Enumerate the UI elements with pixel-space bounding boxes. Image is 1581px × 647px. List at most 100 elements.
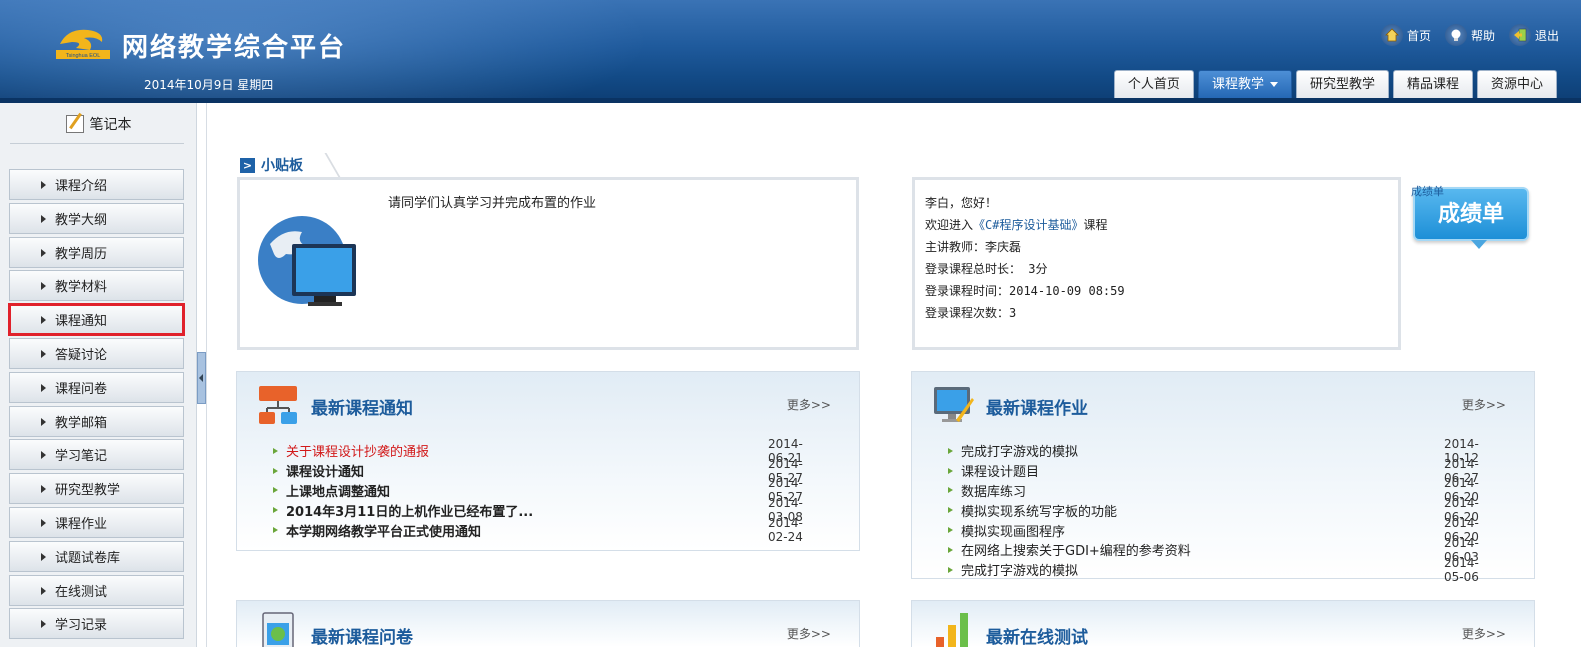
homework-title: 模拟实现系统写字板的功能 [961, 504, 1118, 520]
bullet-arrow-icon [948, 447, 953, 454]
sidebar-item-surveys[interactable]: 课程问卷 [9, 371, 184, 403]
list-item[interactable]: 完成打字游戏的模拟 2014-05-06 [948, 556, 1479, 584]
homework-title: 在网络上搜索关于GDI+编程的参考资料 [961, 544, 1191, 560]
main-tabs: 个人首页 课程教学 研究型教学 精品课程 资源中心 [1113, 70, 1557, 98]
sidebar-item-course-intro[interactable]: 课程介绍 [9, 169, 184, 200]
welcome-panel: 李白，您好！ 欢迎进入《C#程序设计基础》课程 主讲教师：李庆磊 登录课程总时长… [912, 177, 1401, 350]
notice-date: 2014-02-24 [768, 516, 803, 545]
list-item[interactable]: 在网络上搜索关于GDI+编程的参考资料 2014-06-03 [948, 536, 1479, 564]
caret-right-icon [41, 181, 46, 189]
surveys-panel: 最新课程问卷 更多>> [236, 600, 860, 647]
tab-label: 个人首页 [1127, 77, 1180, 92]
caret-right-icon [41, 620, 46, 629]
notices-more-link[interactable]: 更多>> [787, 396, 831, 413]
home-link[interactable]: 首页 [1380, 24, 1431, 46]
list-item[interactable]: 课程设计通知 2014-05-27 [273, 457, 803, 485]
caret-right-icon [41, 282, 46, 291]
logout-link[interactable]: 退出 [1508, 24, 1559, 46]
sidebar-item-label: 学习记录 [55, 618, 108, 634]
sidebar-item-notices[interactable]: 课程通知 [8, 303, 185, 337]
lightbulb-icon [1444, 24, 1467, 46]
homework-title: 完成打字游戏的模拟 [961, 445, 1079, 461]
sidebar-item-calendar[interactable]: 教学周历 [9, 236, 184, 268]
course-line: 欢迎进入《C#程序设计基础》课程 [925, 214, 1388, 236]
tab-label: 课程教学 [1211, 77, 1264, 92]
surveys-more-link[interactable]: 更多>> [787, 625, 831, 642]
caret-right-icon [41, 383, 46, 392]
notice-title: 上课地点调整通知 [286, 484, 391, 500]
sidebar-item-label: 在线测试 [55, 584, 108, 600]
tab-research-teaching[interactable]: 研究型教学 [1295, 70, 1389, 98]
sidebar-item-label: 学习笔记 [55, 449, 108, 465]
sidebar-item-online-test[interactable]: 在线测试 [9, 574, 184, 606]
help-link-label: 帮助 [1470, 28, 1495, 43]
list-item[interactable]: 2014年3月11日的上机作业已经布置了... 2014-03-08 [273, 496, 803, 524]
sidebar-collapse-handle[interactable] [197, 352, 206, 404]
homework-panel: 最新课程作业 更多>> 完成打字游戏的模拟 2014-10-12 课程设计题目 20… [911, 371, 1535, 584]
score-report-button[interactable]: 成绩单 成绩单 [1411, 183, 1531, 253]
list-item[interactable]: 上课地点调整通知 2014-05-27 [273, 476, 803, 504]
sidebar-item-label: 课程问卷 [55, 381, 108, 397]
tab-course-teaching[interactable]: 课程教学 [1197, 70, 1292, 98]
list-item[interactable]: 完成打字游戏的模拟 2014-10-12 [948, 437, 1479, 465]
homework-title: 最新课程作业 [986, 399, 1088, 419]
sidebar-item-mailbox[interactable]: 教学邮箱 [9, 405, 184, 437]
sidebar-item-records[interactable]: 学习记录 [9, 608, 184, 640]
list-item[interactable]: 模拟实现画图程序 2014-06-20 [948, 516, 1479, 544]
divider [206, 103, 207, 647]
course-suffix: 课程 [1083, 218, 1108, 232]
login-count: 登录课程次数：3 [925, 306, 1017, 320]
homework-list: 完成打字游戏的模拟 2014-10-12 课程设计题目 2014-06-27 数据库… [948, 437, 1479, 584]
sidebar-item-question-bank[interactable]: 试题试卷库 [9, 540, 184, 572]
tab-resource-center[interactable]: 资源中心 [1476, 70, 1557, 98]
homework-title: 课程设计题目 [961, 465, 1040, 481]
home-link-label: 首页 [1406, 28, 1431, 43]
bullet-arrow-icon [948, 467, 953, 474]
sidebar-item-notes[interactable]: 学习笔记 [9, 439, 184, 471]
bullet-arrow-icon [273, 487, 278, 494]
caret-right-icon [41, 248, 46, 257]
homework-date: 2014-05-06 [1444, 555, 1479, 584]
list-item[interactable]: 关于课程设计抄袭的通报 2014-06-21 [273, 437, 803, 465]
list-item[interactable]: 数据库练习 2014-06-20 [948, 476, 1479, 504]
notebook-label: 笔记本 [89, 117, 132, 133]
bullet-arrow-icon [948, 527, 953, 534]
bullet-arrow-icon [273, 507, 278, 514]
bullet-arrow-icon [948, 566, 953, 573]
bullet-arrow-icon [273, 447, 278, 454]
list-item[interactable]: 本学期网络教学平台正式使用通知 2014-02-24 [273, 516, 803, 544]
homework-more-link[interactable]: 更多>> [1462, 396, 1506, 413]
notebook-icon [65, 115, 84, 133]
list-item[interactable]: 模拟实现系统写字板的功能 2014-06-20 [948, 496, 1479, 524]
notebook-link[interactable]: 笔记本 [0, 103, 197, 145]
sidebar-item-materials[interactable]: 教学材料 [9, 270, 184, 302]
surveys-title: 最新课程问卷 [311, 628, 413, 647]
notice-title: 2014年3月11日的上机作业已经布置了... [286, 504, 534, 520]
bullet-arrow-icon [948, 487, 953, 494]
help-link[interactable]: 帮助 [1444, 24, 1495, 46]
caret-right-icon [41, 485, 46, 494]
caret-right-icon [41, 518, 46, 527]
tab-personal-home[interactable]: 个人首页 [1113, 70, 1194, 98]
homework-title: 完成打字游戏的模拟 [961, 564, 1079, 580]
list-item[interactable]: 课程设计题目 2014-06-27 [948, 457, 1479, 485]
course-link[interactable]: 《C#程序设计基础》 [973, 218, 1083, 232]
monitor-pen-icon [934, 387, 974, 422]
sidebar-item-research[interactable]: 研究型教学 [9, 473, 184, 505]
sidebar-item-syllabus[interactable]: 教学大纲 [9, 202, 184, 234]
sidebar-item-qa[interactable]: 答疑讨论 [9, 337, 184, 369]
home-icon [1380, 24, 1403, 46]
login-time: 登录课程时间：2014-10-09 08:59 [925, 284, 1125, 298]
sidebar: 笔记本 课程介绍 教学大纲 教学周历 教学材料 课程通知 答疑讨论 课程问卷 教… [0, 103, 197, 647]
greeting: 李白，您好！ [925, 196, 998, 210]
sidebar-item-homework[interactable]: 课程作业 [9, 506, 184, 538]
tipboard-panel: 请同学们认真学习并完成布置的作业 [237, 177, 859, 350]
tests-more-link[interactable]: 更多>> [1462, 625, 1506, 642]
notices-title: 最新课程通知 [311, 399, 413, 419]
tipboard-header: > 小贴板 [240, 155, 303, 175]
score-report-caption: 成绩单 [1411, 185, 1444, 198]
tipboard-message: 请同学们认真学习并完成布置的作业 [388, 196, 597, 211]
bullet-arrow-icon [273, 467, 278, 474]
tab-quality-courses[interactable]: 精品课程 [1392, 70, 1473, 98]
app-root: Tsinghua EOL 网络教学综合平台 2014年10月9日 星期四 首页 … [0, 0, 1581, 647]
